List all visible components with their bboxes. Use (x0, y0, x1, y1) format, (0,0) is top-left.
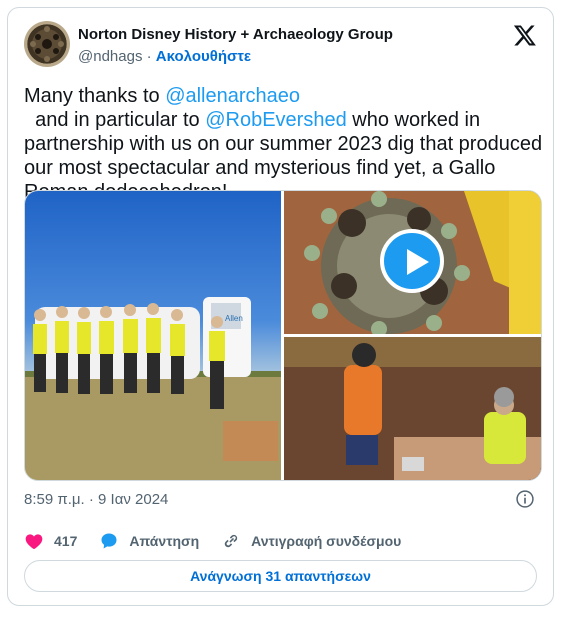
tweet-text-part: and in particular to (24, 109, 206, 131)
copy-link-action[interactable]: Αντιγραφή συνδέσμου (221, 531, 401, 551)
excavation-photo-illustration (284, 337, 541, 480)
reply-bubble-icon (101, 533, 117, 549)
mention-allenarchaeo[interactable]: @allenarchaeo (165, 85, 300, 107)
author-handle[interactable]: @ndhags (78, 48, 142, 65)
author-avatar[interactable] (24, 21, 70, 67)
dodecahedron-video[interactable] (284, 191, 541, 334)
link-icon (224, 534, 238, 548)
play-video-button[interactable] (380, 229, 444, 293)
tweet-text-part: Many thanks to (24, 85, 166, 107)
follow-link[interactable]: Ακολουθήστε (156, 48, 251, 65)
x-logo-icon[interactable] (513, 23, 537, 47)
read-replies-button[interactable]: Ανάγνωση 31 απαντήσεων (24, 560, 537, 592)
reply-label: Απάντηση (129, 533, 200, 549)
separator-dot: · (146, 48, 152, 65)
author-block: Norton Disney History + Archaeology Grou… (78, 25, 393, 67)
tweet-card: Norton Disney History + Archaeology Grou… (7, 7, 554, 606)
van-logo-text: Allen (225, 314, 243, 323)
copy-link-label: Αντιγραφή συνδέσμου (251, 533, 402, 549)
info-icon[interactable] (515, 489, 535, 509)
like-action[interactable]: 417 (24, 531, 77, 551)
action-bar: 417 Απάντηση Αντιγραφή συνδέσμου (24, 529, 423, 553)
dodecahedron-avatar-image (30, 26, 64, 62)
team-photo-illustration: Allen (25, 297, 281, 480)
excavation-photo[interactable] (284, 337, 541, 480)
mention-robevershed[interactable]: @RobEvershed (205, 109, 346, 131)
reply-action[interactable]: Απάντηση (99, 531, 199, 551)
author-subline: @ndhags · Ακολουθήστε (78, 47, 393, 67)
author-name[interactable]: Norton Disney History + Archaeology Grou… (78, 25, 393, 45)
heart-icon (25, 534, 43, 549)
team-photo[interactable]: Allen (25, 191, 281, 480)
media-grid: Allen (24, 190, 542, 481)
tweet-text: Many thanks to @allenarchaeo and in part… (24, 84, 544, 204)
tweet-timestamp[interactable]: 8:59 π.μ. · 9 Ιαν 2024 (24, 491, 168, 508)
likes-count: 417 (54, 533, 78, 549)
